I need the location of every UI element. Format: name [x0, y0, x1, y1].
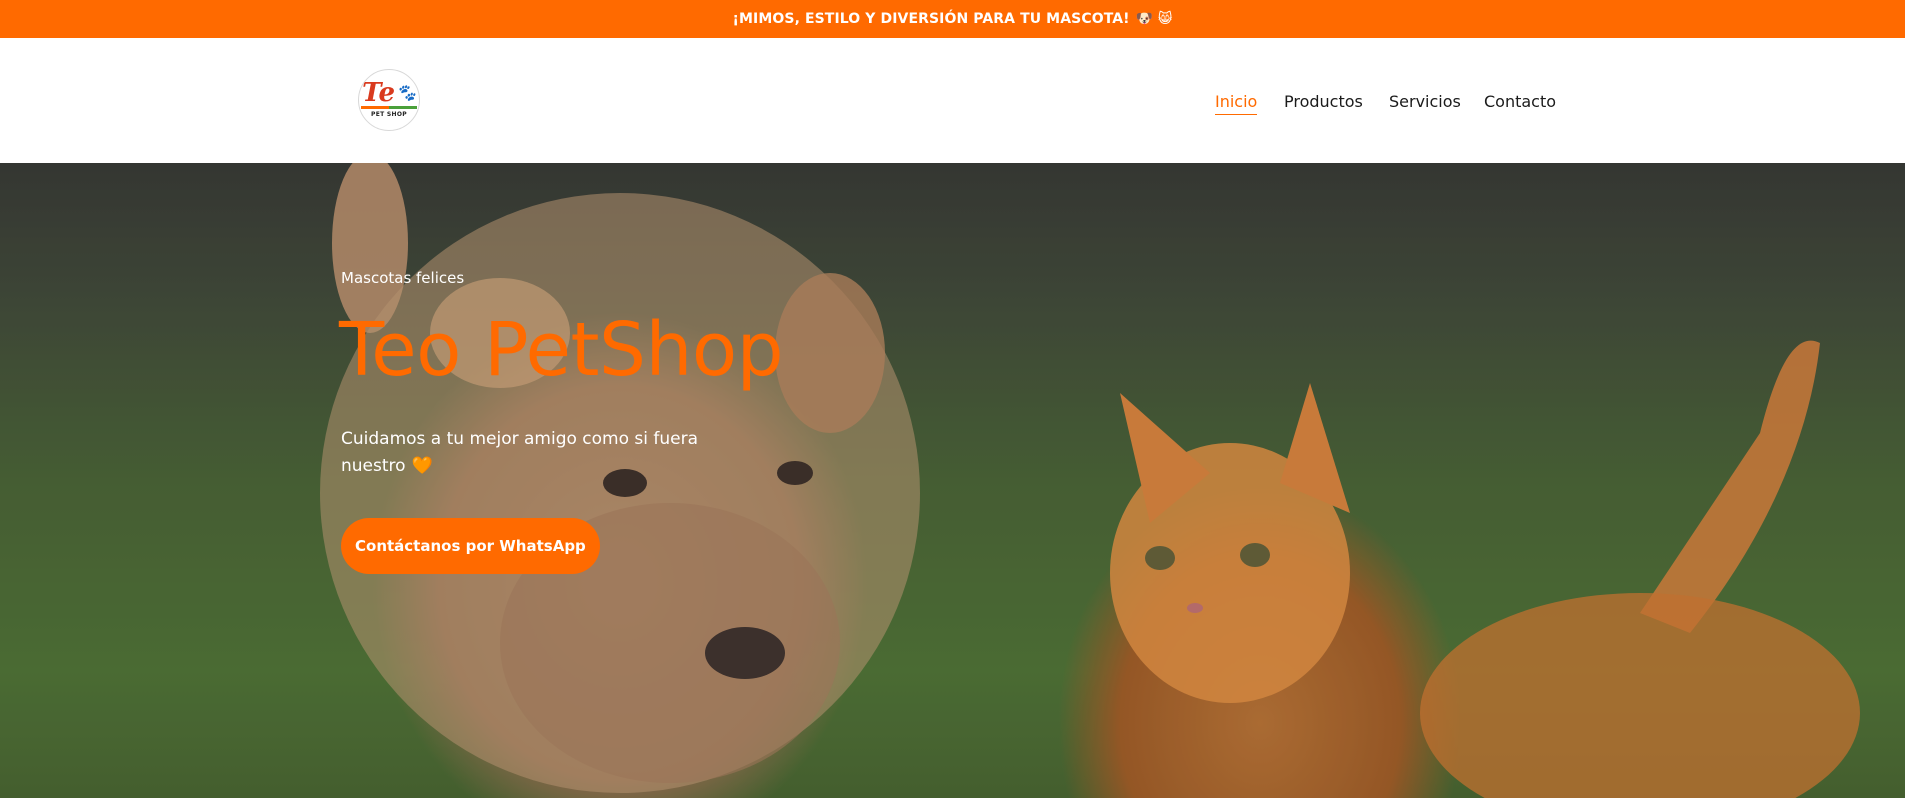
hero-eyebrow: Mascotas felices — [341, 269, 465, 287]
announcement-emojis: 🐶 😸 — [1135, 11, 1173, 27]
nav-item-inicio[interactable]: Inicio — [1215, 91, 1258, 115]
announcement-text: ¡MIMOS, ESTILO Y DIVERSIÓN PARA TU MASCO… — [732, 11, 1130, 27]
site-header: Te 🐾 PET SHOP Inicio Productos Servicios… — [0, 38, 1905, 163]
hero-subtitle-text: Cuidamos a tu mejor amigo como si fuera … — [341, 429, 699, 476]
announcement-bar: ¡MIMOS, ESTILO Y DIVERSIÓN PARA TU MASCO… — [0, 0, 1905, 38]
main-nav: Inicio Productos Servicios Contacto — [0, 91, 1905, 121]
dog-image — [320, 163, 920, 793]
nav-item-productos[interactable]: Productos — [1284, 91, 1363, 113]
hero-section: Mascotas felices Teo PetShop Cuidamos a … — [0, 163, 1905, 798]
nav-item-contacto[interactable]: Contacto — [1484, 91, 1556, 113]
heart-icon: 🧡 — [411, 456, 433, 476]
cat-image — [1110, 340, 1860, 798]
hero-subtitle: Cuidamos a tu mejor amigo como si fuera … — [341, 426, 701, 480]
hero-title: Teo PetShop — [339, 307, 784, 393]
nav-item-servicios[interactable]: Servicios — [1389, 91, 1461, 113]
whatsapp-contact-button[interactable]: Contáctanos por WhatsApp — [341, 518, 600, 574]
